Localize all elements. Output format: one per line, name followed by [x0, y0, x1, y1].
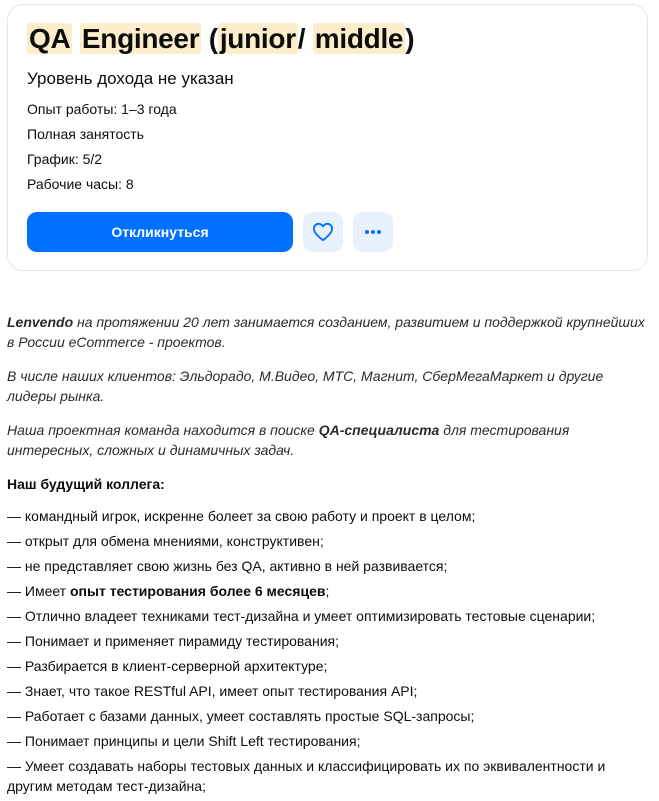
schedule-text: График: 5/2 [27, 151, 103, 167]
title-highlight: junior [217, 23, 298, 54]
list-item: — Понимает и применяет пирамиду тестиров… [7, 633, 339, 649]
vacancy-description: Lenvendo на протяжении 20 лет занимается… [7, 312, 647, 801]
experience-text: Опыт работы: 1–3 года [27, 101, 177, 117]
description-text: на протяжении 20 лет занимается создание… [7, 314, 645, 350]
list-item-bold: опыт тестирования более 6 месяцев [70, 583, 326, 599]
list-item: — Умеет создавать наборы тестовых данных… [7, 758, 606, 794]
list-item: — Имеет опыт тестирования более 6 месяце… [7, 581, 647, 601]
list-item: — Понимает принципы и цели Shift Left те… [7, 733, 361, 749]
list-item: — командный игрок, искренне болеет за св… [7, 508, 476, 524]
list-item: — Разбирается в клиент-серверной архитек… [7, 658, 328, 674]
favorite-button[interactable] [303, 212, 343, 252]
title-highlight: Engineer [79, 23, 202, 54]
respond-button[interactable]: Откликнуться [27, 212, 293, 252]
list-item: — Отлично владеет техниками тест-дизайна… [7, 608, 596, 624]
list-item-text: — Имеет [7, 583, 70, 599]
more-dots-icon [364, 229, 382, 235]
vacancy-title: QA Engineer (junior/ middle) [27, 21, 415, 57]
title-text: / [297, 23, 306, 54]
more-button[interactable] [353, 212, 393, 252]
heart-icon [312, 222, 334, 242]
working-hours-text: Рабочие часы: 8 [27, 176, 134, 192]
description-search: Наша проектная команда находится в поиск… [7, 420, 647, 460]
list-item: — открыт для обмена мнениями, конструкти… [7, 533, 324, 549]
description-bold: QA-специалиста [318, 422, 440, 438]
colleague-heading: Наш будущий коллега: [7, 476, 165, 492]
company-name: Lenvendo [7, 314, 74, 330]
title-highlight: QA [27, 23, 73, 54]
requirements-list: — командный игрок, искренне болеет за св… [7, 506, 647, 796]
list-item: — не представляет свою жизнь без QA, акт… [7, 558, 448, 574]
title-highlight: middle [312, 23, 406, 54]
employment-text: Полная занятость [27, 126, 144, 142]
description-intro: Lenvendo на протяжении 20 лет занимается… [7, 312, 647, 352]
description-text: Наша проектная команда находится в поиск… [7, 422, 319, 438]
title-text: ) [405, 23, 415, 54]
title-text: ( [208, 23, 218, 54]
list-item: — Знает, что такое RESTful API, имеет оп… [7, 683, 418, 699]
description-clients: В числе наших клиентов: Эльдорадо, М.Вид… [7, 368, 604, 404]
list-item: — Работает с базами данных, умеет состав… [7, 708, 475, 724]
vacancy-card: QA Engineer (junior/ middle) Уровень дох… [7, 4, 648, 271]
list-item-text: ; [325, 583, 330, 599]
salary-text: Уровень дохода не указан [27, 69, 234, 88]
